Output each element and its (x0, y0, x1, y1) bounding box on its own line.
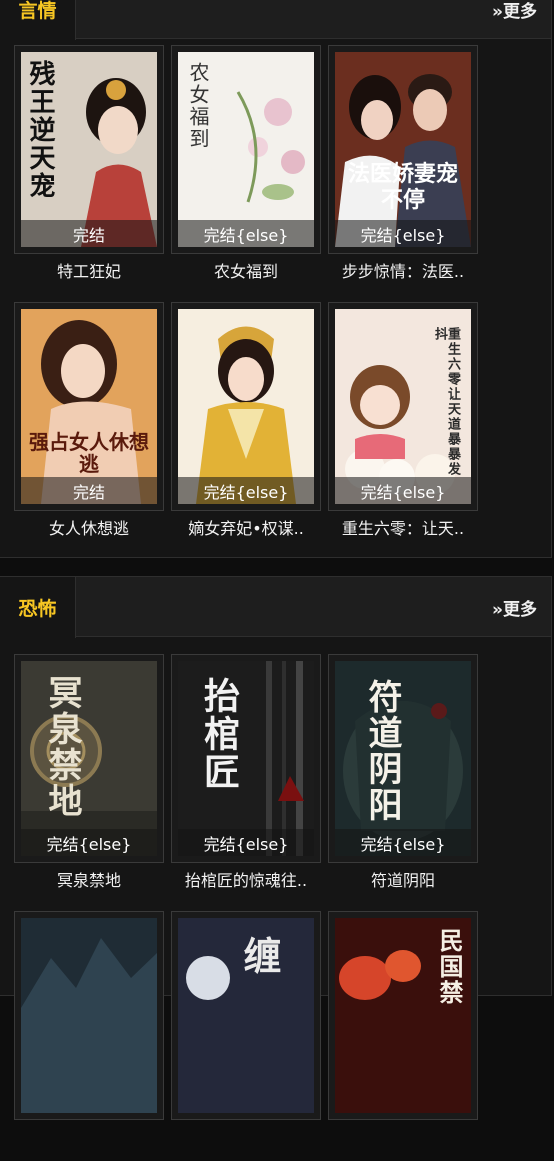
book-cover[interactable]: 民国禁 (335, 918, 471, 1113)
cover-illustration (178, 309, 314, 504)
cover-frame: 农女福到 完结{else} (171, 45, 321, 254)
cover-frame: 抬棺匠 完结{else} (171, 654, 321, 863)
more-link[interactable]: »更多 (492, 0, 537, 39)
cover-illustration (335, 52, 471, 247)
cover-title: 农女福到 (186, 62, 210, 150)
book-title[interactable]: 步步惊情：法医.. (324, 258, 482, 282)
book-title[interactable]: 女人休想逃 (10, 515, 168, 539)
cover-title: 缠 (237, 936, 281, 976)
cover-frame: 残王逆天宠 完结 (14, 45, 164, 254)
book-cover[interactable]: 冥泉禁地 完结{else} (21, 661, 157, 856)
book-title[interactable]: 农女福到 (167, 258, 325, 282)
status-badge: 完结{else} (335, 477, 471, 504)
status-badge: 完结{else} (178, 477, 314, 504)
cover-frame: 完结{else} (171, 302, 321, 511)
section-title[interactable]: 言情 (0, 0, 76, 40)
book-card[interactable]: 残王逆天宠 完结 特工狂妃 (14, 45, 164, 295)
cover-title: 强占女人休想逃 (29, 430, 149, 476)
book-cover[interactable]: 农女福到 完结{else} (178, 52, 314, 247)
book-card[interactable]: 强占女人休想逃 完结 女人休想逃 (14, 302, 164, 552)
section-title[interactable]: 恐怖 (0, 577, 76, 638)
book-card[interactable]: 缠 (171, 911, 321, 1161)
book-card[interactable]: 重生六零让天道暴暴发抖 完结{else} 重生六零：让天.. (328, 302, 478, 552)
section-romance: 言情 »更多 残王逆天宠 完结 特工狂妃 农女福到 完结{else} 农女福到 … (0, 0, 552, 558)
cover-frame: 重生六零让天道暴暴发抖 完结{else} (328, 302, 478, 511)
book-title[interactable]: 特工狂妃 (10, 258, 168, 282)
book-card[interactable]: 法医娇妻宠不停 完结{else} 步步惊情：法医.. (328, 45, 478, 295)
section-horror: 恐怖 »更多 冥泉禁地 完结{else} 冥泉禁地 抬棺匠 完结{else} 抬… (0, 576, 552, 1120)
more-link[interactable]: »更多 (492, 577, 537, 637)
status-badge: 完结 (21, 477, 157, 504)
book-title[interactable]: 重生六零：让天.. (324, 515, 482, 539)
book-title[interactable]: 抬棺匠的惊魂往.. (167, 867, 325, 891)
book-card[interactable]: 民国禁 (328, 911, 478, 1161)
book-card[interactable]: 农女福到 完结{else} 农女福到 (171, 45, 321, 295)
book-card[interactable]: 完结{else} 嫡女弃妃•权谋.. (171, 302, 321, 552)
section-header: 言情 »更多 (0, 0, 551, 40)
cover-illustration (335, 661, 471, 856)
section-header: 恐怖 »更多 (0, 577, 551, 638)
status-badge: 完结{else} (335, 220, 471, 247)
book-title[interactable]: 嫡女弃妃•权谋.. (167, 515, 325, 539)
book-cover[interactable]: 强占女人休想逃 完结 (21, 309, 157, 504)
book-card[interactable]: 冥泉禁地 完结{else} 冥泉禁地 (14, 654, 164, 904)
book-cover[interactable]: 法医娇妻宠不停 完结{else} (335, 52, 471, 247)
cover-frame: 民国禁 (328, 911, 478, 1120)
cover-title: 残王逆天宠 (25, 60, 55, 200)
book-cover[interactable]: 重生六零让天道暴暴发抖 完结{else} (335, 309, 471, 504)
cover-illustration (21, 918, 157, 1113)
book-title[interactable]: 符道阴阳 (324, 867, 482, 891)
book-cover[interactable]: 残王逆天宠 完结 (21, 52, 157, 247)
cover-frame: 缠 (171, 911, 321, 1120)
cover-frame: 冥泉禁地 完结{else} (14, 654, 164, 863)
book-card[interactable]: 抬棺匠 完结{else} 抬棺匠的惊魂往.. (171, 654, 321, 904)
book-cover[interactable]: 符道阴阳 完结{else} (335, 661, 471, 856)
status-badge: 完结{else} (178, 220, 314, 247)
book-title[interactable]: 冥泉禁地 (10, 867, 168, 891)
book-cover[interactable]: 抬棺匠 完结{else} (178, 661, 314, 856)
cover-title: 冥泉禁地 (42, 675, 82, 819)
cover-frame: 法医娇妻宠不停 完结{else} (328, 45, 478, 254)
book-cover[interactable]: 完结{else} (178, 309, 314, 504)
status-badge: 完结{else} (21, 829, 157, 856)
cover-frame: 强占女人休想逃 完结 (14, 302, 164, 511)
cover-frame (14, 911, 164, 1120)
cover-frame: 符道阴阳 完结{else} (328, 654, 478, 863)
book-card[interactable] (14, 911, 164, 1161)
book-card[interactable]: 符道阴阳 完结{else} 符道阴阳 (328, 654, 478, 904)
status-badge: 完结{else} (178, 829, 314, 856)
status-badge: 完结 (21, 220, 157, 247)
cover-title: 重生六零让天道暴暴发抖 (432, 327, 460, 477)
cover-title: 民国禁 (435, 928, 463, 1006)
cover-title: 法医娇妻宠不停 (347, 162, 458, 213)
book-cover[interactable] (21, 918, 157, 1113)
book-cover[interactable]: 缠 (178, 918, 314, 1113)
status-badge: 完结{else} (335, 829, 471, 856)
cover-title: 符道阴阳 (362, 679, 402, 823)
cover-title: 抬棺匠 (198, 677, 239, 791)
